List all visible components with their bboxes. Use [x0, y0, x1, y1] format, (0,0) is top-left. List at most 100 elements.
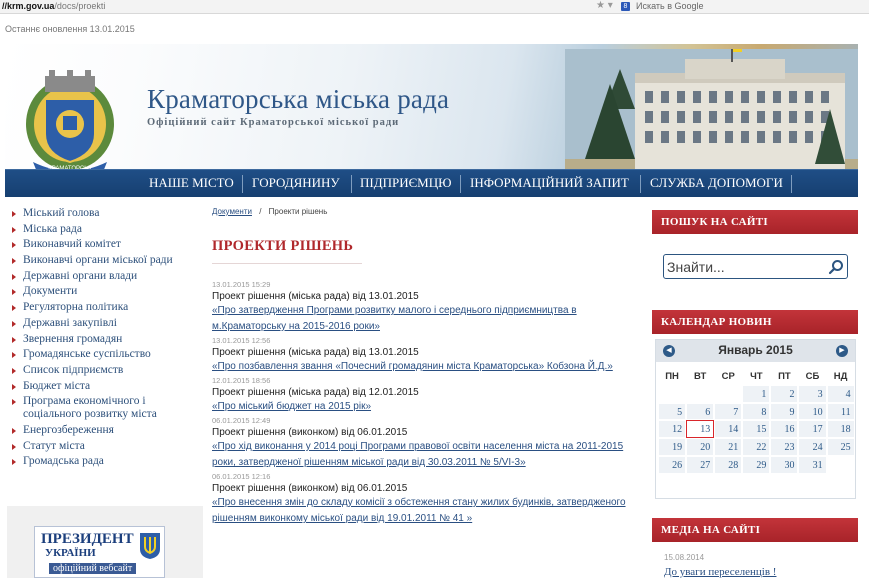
calendar-week-row: 26 27 28 29 30 31 [658, 455, 855, 474]
sidebar-item-energy-saving[interactable]: Енергозбереження [10, 424, 200, 437]
calendar-day[interactable]: 31 [798, 455, 827, 474]
sidebar-item-procurement[interactable]: Державні закупівлі [10, 317, 200, 330]
calendar-day[interactable]: 24 [798, 438, 827, 456]
media-item-link[interactable]: До уваги переселенців ! [664, 566, 776, 578]
nav-item-business[interactable]: ПІДПРИЄМЦЮ [360, 170, 451, 198]
google-search-icon[interactable]: 8 [621, 2, 630, 11]
nav-item-our-city[interactable]: НАШЕ МІСТО [149, 170, 234, 198]
president-banner-plate: ПРЕЗИДЕНТ УКРАЇНИ офіційний вебсайт [34, 526, 165, 578]
calendar-week-row: 19 20 21 22 23 24 25 [658, 438, 855, 456]
calendar-day[interactable]: 5 [658, 402, 687, 421]
calendar-empty-cell [827, 456, 855, 474]
trident-shield-icon [140, 533, 160, 559]
calendar-day[interactable]: 19 [658, 438, 687, 456]
sidebar-item-executive-bodies[interactable]: Виконавчі органи міської ради [10, 254, 200, 267]
news-calendar-heading: КАЛЕНДАР НОВИН [652, 310, 858, 334]
calendar-weekday-label: ВТ [693, 371, 707, 382]
sidebar-item-city-charter[interactable]: Статут міста [10, 440, 200, 453]
nav-item-help-service[interactable]: СЛУЖБА ДОПОМОГИ [650, 170, 783, 198]
search-icon[interactable] [828, 259, 844, 275]
site-title[interactable]: Краматорська міська рада [147, 84, 449, 115]
calendar-day[interactable]: 10 [798, 402, 827, 421]
document-link[interactable]: «Про позбавлення звання «Почесний громад… [212, 359, 637, 375]
breadcrumb-separator: / [259, 207, 262, 216]
document-link[interactable]: «Про хід виконання у 2014 році Програми … [212, 439, 637, 471]
sidebar-item-public-council[interactable]: Громадська рада [10, 455, 200, 468]
address-bar[interactable]: //krm.gov.ua/docs/proekti [2, 1, 105, 11]
calendar-day[interactable]: 11 [826, 402, 855, 421]
browser-search-field[interactable]: Искать в Google [636, 1, 704, 11]
sidebar-item-state-authorities[interactable]: Державні органи влади [10, 270, 200, 283]
calendar-day[interactable]: 17 [798, 420, 827, 439]
calendar-day[interactable]: 4 [826, 384, 855, 403]
calendar-day[interactable]: 26 [658, 455, 687, 474]
search-heading: ПОШУК НА САЙТІ [652, 210, 858, 234]
calendar-day[interactable]: 15 [742, 420, 771, 439]
calendar-day[interactable]: 12 [658, 420, 687, 439]
calendar-empty-cell [686, 385, 714, 403]
nav-item-citizen[interactable]: ГОРОДЯНИНУ [252, 170, 340, 198]
calendar-day[interactable]: 7 [714, 402, 743, 421]
breadcrumb: Документи / Проекти рішень [212, 207, 327, 216]
document-item: 06.01.2015 12:16 Проект рішення (виконко… [212, 472, 637, 527]
media-item-date: 15.08.2014 [664, 553, 705, 562]
calendar-day[interactable]: 23 [770, 438, 799, 456]
document-heading: Проект рішення (міська рада) від 13.01.2… [212, 291, 419, 302]
calendar-weekday-label: ЧТ [750, 371, 763, 382]
calendar-day[interactable]: 29 [742, 455, 771, 474]
document-heading: Проект рішення (виконком) від 06.01.2015 [212, 483, 408, 494]
calendar-day[interactable]: 25 [826, 438, 855, 456]
calendar-day[interactable]: 14 [714, 420, 743, 439]
page-title: ПРОЕКТИ РІШЕНЬ [212, 238, 354, 254]
sidebar-item-enterprises-list[interactable]: Список підприємств [10, 364, 200, 377]
document-link[interactable]: «Про міський бюджет на 2015 рік» [212, 399, 637, 415]
calendar-day[interactable]: 3 [798, 384, 827, 403]
calendar-day[interactable]: 1 [742, 384, 771, 403]
sidebar-menu: Міський голова Міська рада Виконавчий ко… [10, 207, 200, 471]
calendar-day[interactable]: 6 [686, 402, 715, 421]
document-link[interactable]: «Про внесення змін до складу комісії з о… [212, 495, 637, 527]
calendar-next-icon[interactable]: ▶ [836, 345, 848, 357]
url-path: /docs/proekti [54, 1, 106, 11]
document-heading: Проект рішення (міська рада) від 13.01.2… [212, 347, 419, 358]
sidebar-item-development-program[interactable]: Програма економічного і соціального розв… [10, 395, 200, 421]
sidebar-item-executive-committee[interactable]: Виконавчий комітет [10, 238, 200, 251]
calendar-day[interactable]: 21 [714, 438, 743, 456]
calendar-day[interactable]: 28 [714, 455, 743, 474]
calendar-week-row: 12 13 14 15 16 17 18 [658, 420, 855, 439]
sidebar-item-documents[interactable]: Документи [10, 285, 200, 298]
document-link[interactable]: «Про затвердження Програми розвитку мало… [212, 303, 637, 335]
calendar-day[interactable]: 16 [770, 420, 799, 439]
calendar-day-today[interactable]: 13 [686, 420, 715, 439]
search-input[interactable] [667, 257, 817, 277]
sidebar-item-mayor[interactable]: Міський голова [10, 207, 200, 220]
nav-separator [242, 175, 243, 193]
sidebar-item-city-budget[interactable]: Бюджет міста [10, 380, 200, 393]
nav-separator [791, 175, 792, 193]
calendar-day[interactable]: 18 [826, 420, 855, 439]
breadcrumb-link-documents[interactable]: Документи [212, 207, 252, 216]
sidebar-item-city-council[interactable]: Міська рада [10, 223, 200, 236]
president-banner[interactable]: ПРЕЗИДЕНТ УКРАЇНИ офіційний вебсайт [7, 506, 203, 578]
calendar-day[interactable]: 20 [686, 438, 715, 456]
document-item: 13.01.2015 15:29 Проект рішення (міська … [212, 280, 637, 335]
site-search [663, 254, 848, 279]
calendar-day[interactable]: 8 [742, 402, 771, 421]
document-item: 12.01.2015 18:56 Проект рішення (міська … [212, 376, 637, 415]
sidebar-item-regulatory-policy[interactable]: Регуляторна політика [10, 301, 200, 314]
bookmark-star-icon[interactable]: ★ ▾ [596, 0, 613, 11]
calendar-weekday-row: ПН ВТ СР ЧТ ПТ СБ НД [658, 367, 855, 385]
sidebar-item-civil-society[interactable]: Громадянське суспільство [10, 348, 200, 361]
sidebar-item-citizen-appeals[interactable]: Звернення громадян [10, 333, 200, 346]
nav-item-info-request[interactable]: ІНФОРМАЦІЙНИЙ ЗАПИТ [470, 170, 629, 198]
calendar-day[interactable]: 22 [742, 438, 771, 456]
nav-separator [351, 175, 352, 193]
calendar-day[interactable]: 9 [770, 402, 799, 421]
documents-list: 13.01.2015 15:29 Проект рішення (міська … [212, 280, 637, 528]
calendar-weekday-label: ПТ [778, 371, 791, 382]
document-date: 06.01.2015 12:16 [212, 472, 271, 481]
president-banner-line2: УКРАЇНИ [45, 547, 96, 559]
calendar-day[interactable]: 27 [686, 455, 715, 474]
calendar-day[interactable]: 30 [770, 455, 799, 474]
calendar-day[interactable]: 2 [770, 384, 799, 403]
